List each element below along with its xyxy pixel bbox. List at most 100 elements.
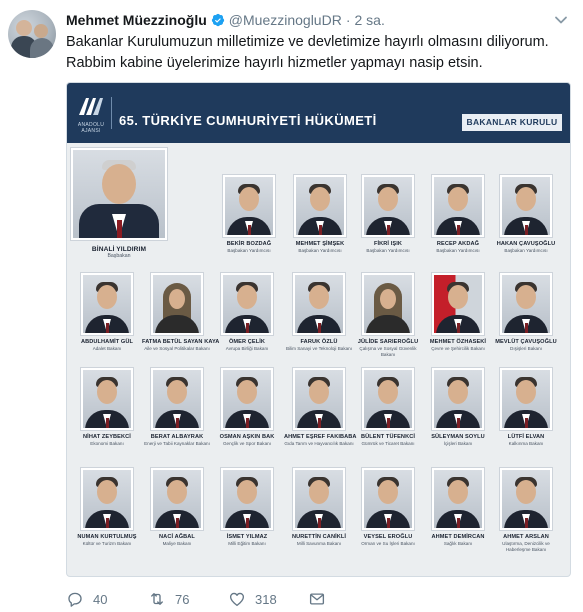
member-portrait [432, 368, 484, 430]
member-portrait [362, 273, 414, 335]
member-name: AHMET DEMİRCAN [431, 534, 485, 540]
member-role: Milli Eğitim Bakanı [228, 541, 266, 546]
portrait-tie [105, 418, 109, 428]
reply-button[interactable]: 40 [66, 588, 107, 610]
portrait-head [102, 164, 136, 204]
member-portrait [362, 368, 414, 430]
member-portrait [432, 175, 484, 237]
cabinet-member-card: BİNALİ YILDIRIM Başbakan [69, 148, 169, 260]
member-role: Avrupa Birliği Bakanı [225, 346, 269, 351]
cabinet-member-card: BEKİR BOZDAĞ Başbakan Yardımcısı [214, 175, 284, 254]
member-portrait [293, 368, 345, 430]
avatar-person-right [34, 24, 48, 38]
portrait-tie [524, 518, 528, 528]
member-name: MEHMET ŞİMŞEK [295, 241, 345, 247]
cabinet-member-card: FARUK ÖZLÜ Bilim Sanayi ve Teknoloji Baka… [284, 273, 354, 352]
portrait-tie [456, 418, 460, 428]
portrait-tie [318, 225, 322, 235]
portrait-tie [317, 418, 321, 428]
author-handle[interactable]: @MuezzinogluDR [229, 12, 342, 28]
member-name: BEKİR BOZDAĞ [226, 241, 272, 247]
member-name: MEVLÜT ÇAVUŞOĞLU [495, 339, 557, 345]
cabinet-member-card: MEVLÜT ÇAVUŞOĞLU Dışişleri Bakanı [491, 273, 561, 352]
member-portrait [81, 368, 133, 430]
portrait-head [378, 480, 398, 504]
like-count: 318 [255, 591, 277, 607]
member-role: Gıda Tarım ve Hayvancılık Bakanı [284, 441, 354, 446]
author-avatar[interactable] [8, 10, 56, 58]
cabinet-member-card: FATMA BETÜL SAYAN KAYA Aile ve Sosyal Pol… [142, 273, 220, 352]
cabinet-member-card: NİHAT ZEYBEKCİ Ekonomi Bakanı [72, 368, 142, 447]
reply-icon [68, 592, 82, 607]
member-name: HAKAN ÇAVUŞOĞLU [496, 241, 556, 247]
member-name: FATMA BETÜL SAYAN KAYA [142, 339, 220, 345]
retweet-count: 76 [175, 591, 190, 607]
portrait-head [378, 380, 398, 404]
member-portrait [500, 368, 552, 430]
member-role: Başbakan Yardımcısı [227, 248, 271, 253]
member-portrait [221, 273, 273, 335]
member-name: ÖMER ÇELİK [228, 339, 266, 345]
member-role: Orman ve Su İşleri Bakanı [361, 541, 415, 546]
portrait-tie [175, 518, 179, 528]
tweet-text-line: Rabbim kabine üyelerimize hayırlı hizmet… [66, 55, 483, 71]
member-role: Gençlik ve Spor Bakanı [222, 441, 271, 446]
portrait-tie [245, 418, 249, 428]
member-role: Milli Savunma Bakanı [296, 541, 342, 546]
member-role: Başbakan [107, 253, 131, 259]
member-portrait [151, 368, 203, 430]
infographic-title: 65. TÜRKİYE CUMHURİYETİ HÜKÜMETİ [119, 113, 377, 128]
portrait-tie [116, 220, 122, 238]
chevron-down-icon[interactable] [553, 12, 569, 28]
member-role: Bilim Sanayi ve Teknoloji Bakanı [285, 346, 353, 351]
portrait-head [97, 480, 117, 504]
member-portrait [432, 273, 484, 335]
portrait-head [448, 480, 468, 504]
cabinet-member-card: NUMAN KURTULMUŞ Kültür ve Turizm Bakanı [72, 468, 142, 547]
member-portrait [293, 468, 345, 530]
member-portrait [221, 468, 273, 530]
member-name: LÜTFİ ELVAN [507, 434, 545, 440]
like-button[interactable]: 318 [228, 588, 277, 610]
verified-badge-icon [211, 13, 224, 27]
header-separator: · [345, 12, 351, 28]
portrait-head [167, 480, 187, 504]
author-name[interactable]: Mehmet Müezzinoğlu [66, 12, 207, 28]
member-portrait [500, 468, 552, 530]
banner-divider [111, 97, 112, 129]
portrait-head [239, 187, 259, 211]
portrait-head [237, 380, 257, 404]
member-portrait [362, 175, 414, 237]
tweet-timestamp[interactable]: 2 sa. [355, 12, 385, 28]
retweet-icon [151, 593, 163, 605]
cabinet-member-card: JÜLİDE SARIEROĞLU Çalışma ve Sosyal Güven… [353, 273, 423, 357]
portrait-tie [524, 418, 528, 428]
portrait-head [448, 187, 468, 211]
portrait-head [516, 285, 536, 309]
envelope-icon [309, 593, 325, 605]
portrait-tie [456, 323, 460, 333]
portrait-head [448, 380, 468, 404]
cabinet-member-card: ÖMER ÇELİK Avrupa Birliği Bakanı [212, 273, 282, 352]
retweet-button[interactable]: 76 [148, 588, 189, 610]
member-name: AHMET ARSLAN [503, 534, 549, 540]
member-name: MEHMET ÖZHASEKİ [429, 339, 487, 345]
member-portrait [81, 273, 133, 335]
member-name: BERAT ALBAYRAK [150, 434, 204, 440]
portrait-head [378, 187, 398, 211]
portrait-head [309, 285, 329, 309]
member-role: Maliye Bakanı [162, 541, 192, 546]
portrait-head [380, 289, 396, 309]
member-role: Ulaştırma, Denizcilik ve Haberleşme Baka… [502, 541, 550, 552]
direct-message-button[interactable] [308, 588, 335, 610]
portrait-head [309, 380, 329, 404]
member-role: Gümrük ve Ticaret Bakanı [361, 441, 415, 446]
member-role: Ekonomi Bakanı [90, 441, 124, 446]
member-role: Adalet Bakanı [92, 346, 122, 351]
cabinet-member-card: VEYSEL EROĞLU Orman ve Su İşleri Bakanı [353, 468, 423, 547]
tweet-media-image[interactable]: ANADOLU AJANSI 65. TÜRKİYE CUMHURİYETİ H… [66, 82, 571, 577]
cabinet-member-card: MEHMET ŞİMŞEK Başbakan Yardımcısı [285, 175, 355, 254]
portrait-tie [386, 418, 390, 428]
member-name: SÜLEYMAN SOYLU [431, 434, 485, 440]
cabinet-member-card: ABDULHAMİT GÜL Adalet Bakanı [72, 273, 142, 352]
